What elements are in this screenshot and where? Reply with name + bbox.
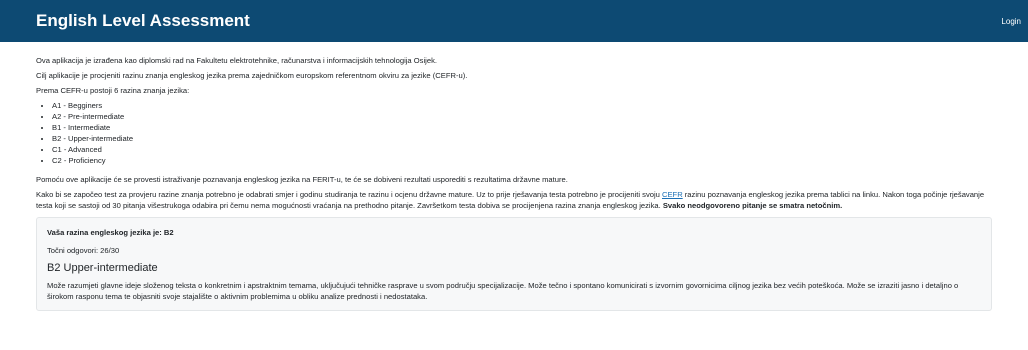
intro-line-1: Ova aplikacija je izrađena kao diplomski… bbox=[36, 56, 437, 65]
correct-answers: Točni odgovori: 26/30 bbox=[47, 246, 120, 255]
level-name: B2 Upper-intermediate bbox=[47, 262, 158, 274]
instructions-paragraph: Kako bi se započeo test za provjeru razi… bbox=[36, 189, 992, 211]
cefr-link[interactable]: CEFR bbox=[662, 190, 683, 199]
level-item: A2 - Pre-intermediate bbox=[52, 111, 992, 122]
login-link[interactable]: Login bbox=[1001, 17, 1021, 26]
research-paragraph: Pomoću ove aplikacije će se provesti ist… bbox=[36, 175, 568, 184]
level-item: C1 - Advanced bbox=[52, 144, 992, 155]
level-item: B2 - Upper-intermediate bbox=[52, 133, 992, 144]
main-content: Ova aplikacija je izrađena kao diplomski… bbox=[0, 42, 1028, 311]
result-card: Vaša razina engleskog jezika je: B2 Točn… bbox=[36, 217, 992, 311]
level-description: Može razumjeti glavne ideje složenog tek… bbox=[47, 281, 959, 301]
level-item: A1 - Begginers bbox=[52, 100, 992, 111]
intro-line-2: Cilj aplikacije je procjeniti razinu zna… bbox=[36, 71, 468, 80]
intro-line-3: Prema CEFR-u postoji 6 razina znanja jez… bbox=[36, 86, 190, 95]
instructions-text-1: Kako bi se započeo test za provjeru razi… bbox=[36, 190, 662, 199]
level-item: B1 - Intermediate bbox=[52, 122, 992, 133]
level-item: C2 - Proficiency bbox=[52, 155, 992, 166]
top-navbar: English Level Assessment Login bbox=[0, 0, 1028, 42]
instructions-warning: Svako neodgovoreno pitanje se smatra net… bbox=[662, 201, 843, 210]
cefr-levels-list: A1 - Begginers A2 - Pre-intermediate B1 … bbox=[36, 100, 992, 166]
result-title: Vaša razina engleskog jezika je: B2 bbox=[47, 228, 174, 237]
app-brand[interactable]: English Level Assessment bbox=[36, 11, 250, 31]
